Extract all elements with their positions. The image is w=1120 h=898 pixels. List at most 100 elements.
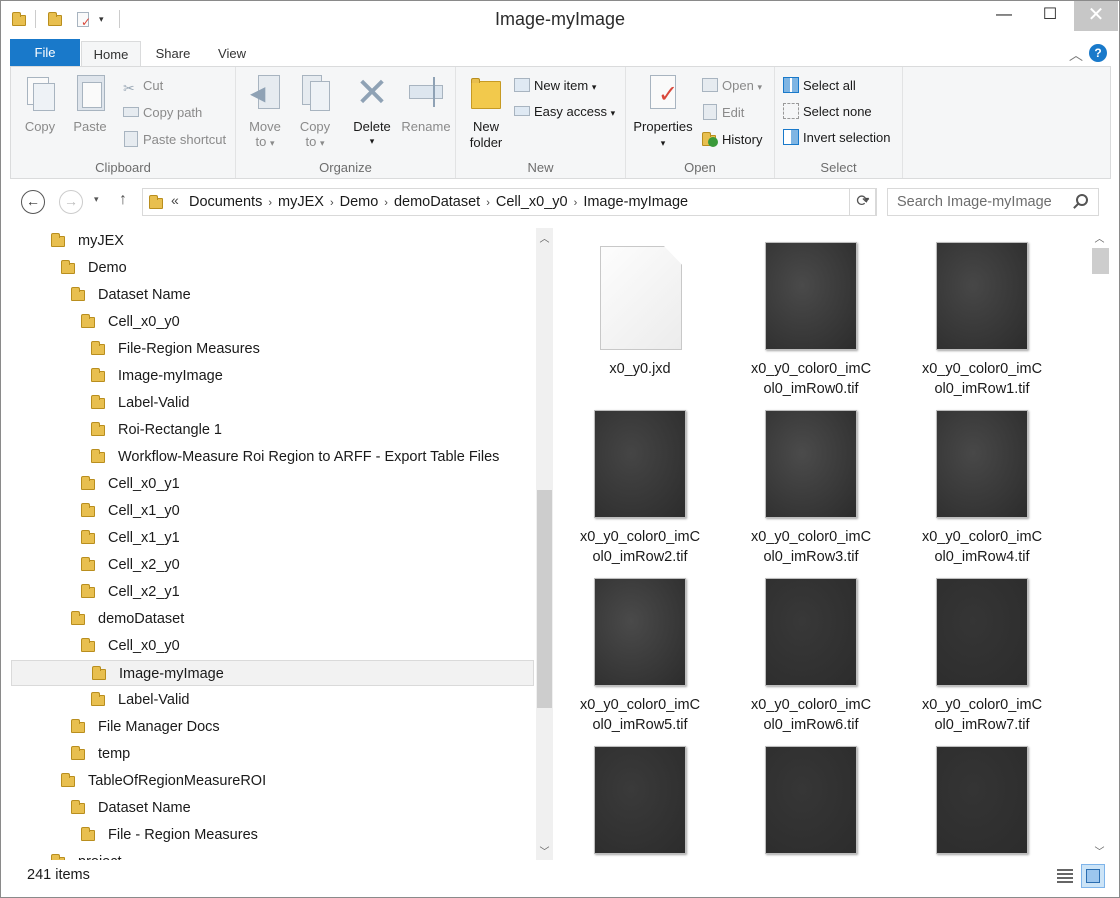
tree-item[interactable]: Dataset Name xyxy=(11,795,534,821)
search-box[interactable]: Search Image-myImage xyxy=(887,188,1099,216)
tree-item[interactable]: Cell_x0_y1 xyxy=(11,471,534,497)
tree-item[interactable]: Cell_x1_y1 xyxy=(11,525,534,551)
file-tile[interactable]: x0_y0_color0_imC ol0_imRow7.tif xyxy=(898,564,1066,733)
file-tile[interactable]: x0_y0_color0_imC ol0_imRow3.tif xyxy=(727,396,895,565)
up-button[interactable]: ↑ xyxy=(119,191,127,209)
file-tile[interactable] xyxy=(898,732,1066,860)
properties-button[interactable]: ✓ Properties ▾ xyxy=(630,73,696,151)
tree-item[interactable]: Cell_x0_y0 xyxy=(11,633,534,659)
tree-item[interactable]: demoDataset xyxy=(11,606,534,632)
breadcrumb-item[interactable]: Image-myImage xyxy=(583,194,688,210)
breadcrumb-item[interactable]: demoDataset xyxy=(394,194,480,210)
organize-group: ◀ Move to ▾ Copy to ▾ ✕ Delete ▾ Rename … xyxy=(236,67,456,178)
tree-item[interactable]: File Manager Docs xyxy=(11,714,534,740)
file-tile[interactable]: x0_y0_color0_imC ol0_imRow4.tif xyxy=(898,396,1066,565)
tab-view[interactable]: View xyxy=(203,41,261,67)
content-scrollbar[interactable]: ︿ ﹀ xyxy=(1091,228,1109,860)
invert-selection-button[interactable]: Invert selection xyxy=(783,128,890,148)
recent-locations-icon[interactable]: ▾ xyxy=(94,194,99,205)
tree-item[interactable]: Image-myImage xyxy=(11,660,534,686)
scroll-down-icon[interactable]: ﹀ xyxy=(536,843,553,858)
tree-item[interactable]: Cell_x2_y1 xyxy=(11,579,534,605)
file-name: x0_y0_color0_imC ol0_imRow6.tif xyxy=(750,697,872,733)
tree-item[interactable]: Cell_x0_y0 xyxy=(11,309,534,335)
select-all-button[interactable]: Select all xyxy=(783,76,856,96)
breadcrumb-item[interactable]: Demo xyxy=(340,194,379,210)
tree-item[interactable]: project xyxy=(11,849,534,860)
breadcrumb-item[interactable]: Documents xyxy=(189,194,262,210)
file-name: x0_y0_color0_imC ol0_imRow7.tif xyxy=(921,697,1043,733)
new-item-button[interactable]: New item ▾ xyxy=(514,76,596,96)
tree-item[interactable]: Label-Valid xyxy=(11,687,534,713)
tab-home[interactable]: Home xyxy=(81,41,141,67)
scroll-down-icon[interactable]: ﹀ xyxy=(1091,843,1108,858)
file-tile[interactable]: x0_y0_color0_imC ol0_imRow2.tif xyxy=(556,396,724,565)
easy-access-button[interactable]: Easy access ▾ xyxy=(514,102,615,122)
address-bar[interactable]: « Documents › myJEX › Demo › demoDataset › Cell_… xyxy=(142,188,876,216)
breadcrumb-separator-icon[interactable]: › xyxy=(330,197,334,209)
breadcrumb-item[interactable]: Cell_x0_y0 xyxy=(496,194,568,210)
tab-share[interactable]: Share xyxy=(143,41,203,67)
tree-item-label: Cell_x2_y0 xyxy=(108,557,180,573)
open-button[interactable]: Open ▾ xyxy=(702,76,762,96)
collapse-ribbon-icon[interactable]: ︿ xyxy=(1069,45,1083,65)
forward-button[interactable]: → xyxy=(59,190,83,214)
navigation-scroll-thumb[interactable] xyxy=(537,490,552,708)
item-count: 241 items xyxy=(27,867,90,883)
tree-item[interactable]: Cell_x1_y0 xyxy=(11,498,534,524)
file-tile[interactable] xyxy=(556,732,724,860)
file-tile[interactable]: x0_y0_color0_imC ol0_imRow1.tif xyxy=(898,228,1066,397)
breadcrumb-separator-icon[interactable]: › xyxy=(268,197,272,209)
new-group-label: New xyxy=(527,160,554,175)
tree-item[interactable]: Label-Valid xyxy=(11,390,534,416)
content-scroll-thumb[interactable] xyxy=(1092,248,1109,274)
copy-button[interactable]: Copy xyxy=(17,73,63,134)
file-tile[interactable]: x0_y0.jxd xyxy=(556,228,724,396)
tree-item[interactable]: Cell_x2_y0 xyxy=(11,552,534,578)
move-to-button[interactable]: ◀ Move to ▾ xyxy=(242,73,288,151)
close-button[interactable]: ✕ xyxy=(1074,1,1118,31)
breadcrumb-overflow[interactable]: « xyxy=(171,192,179,208)
file-tile[interactable] xyxy=(727,732,895,860)
paste-button[interactable]: Paste xyxy=(67,73,113,134)
tree-item[interactable]: Demo xyxy=(11,255,534,281)
back-button[interactable]: ← xyxy=(21,190,45,214)
help-icon[interactable]: ? xyxy=(1089,44,1107,62)
paste-shortcut-button[interactable]: Paste shortcut xyxy=(123,130,226,150)
new-folder-button[interactable]: New folder xyxy=(460,73,512,151)
select-none-button[interactable]: Select none xyxy=(783,102,872,122)
file-tile[interactable]: x0_y0_color0_imC ol0_imRow5.tif xyxy=(556,564,724,733)
search-input[interactable]: Search Image-myImage xyxy=(897,194,1052,210)
breadcrumb-separator-icon[interactable]: › xyxy=(574,197,578,209)
tree-item[interactable]: temp xyxy=(11,741,534,767)
tree-item[interactable]: TableOfRegionMeasureROI xyxy=(11,768,534,794)
refresh-button[interactable]: ⟳ xyxy=(849,188,877,216)
large-icons-view-button[interactable] xyxy=(1081,864,1105,888)
tab-file[interactable]: File xyxy=(10,39,80,67)
history-button[interactable]: History xyxy=(702,130,762,150)
breadcrumb-separator-icon[interactable]: › xyxy=(384,197,388,209)
details-view-button[interactable] xyxy=(1053,864,1077,888)
scroll-up-icon[interactable]: ︿ xyxy=(1091,230,1108,245)
rename-button[interactable]: Rename xyxy=(400,73,452,134)
scroll-up-icon[interactable]: ︿ xyxy=(536,230,553,245)
edit-button[interactable]: Edit xyxy=(702,103,744,123)
cut-button[interactable]: ✂ Cut xyxy=(123,76,163,96)
breadcrumb-separator-icon[interactable]: › xyxy=(486,197,490,209)
tree-item[interactable]: Dataset Name xyxy=(11,282,534,308)
maximize-button[interactable]: ☐ xyxy=(1027,1,1073,31)
tree-item[interactable]: Image-myImage xyxy=(11,363,534,389)
copy-path-button[interactable]: Copy path xyxy=(123,103,202,123)
tree-item[interactable]: File - Region Measures xyxy=(11,822,534,848)
tree-item[interactable]: myJEX xyxy=(11,228,534,254)
navigation-scrollbar[interactable]: ︿ ﹀ xyxy=(536,228,553,860)
tree-item[interactable]: Roi-Rectangle 1 xyxy=(11,417,534,443)
tree-item[interactable]: Workflow-Measure Roi Region to ARFF - Ex… xyxy=(11,444,534,470)
file-tile[interactable]: x0_y0_color0_imC ol0_imRow0.tif xyxy=(727,228,895,397)
minimize-button[interactable]: — xyxy=(981,1,1027,31)
file-tile[interactable]: x0_y0_color0_imC ol0_imRow6.tif xyxy=(727,564,895,733)
breadcrumb-item[interactable]: myJEX xyxy=(278,194,324,210)
delete-button[interactable]: ✕ Delete ▾ xyxy=(348,73,396,149)
tree-item[interactable]: File-Region Measures xyxy=(11,336,534,362)
copy-to-button[interactable]: Copy to ▾ xyxy=(292,73,338,151)
